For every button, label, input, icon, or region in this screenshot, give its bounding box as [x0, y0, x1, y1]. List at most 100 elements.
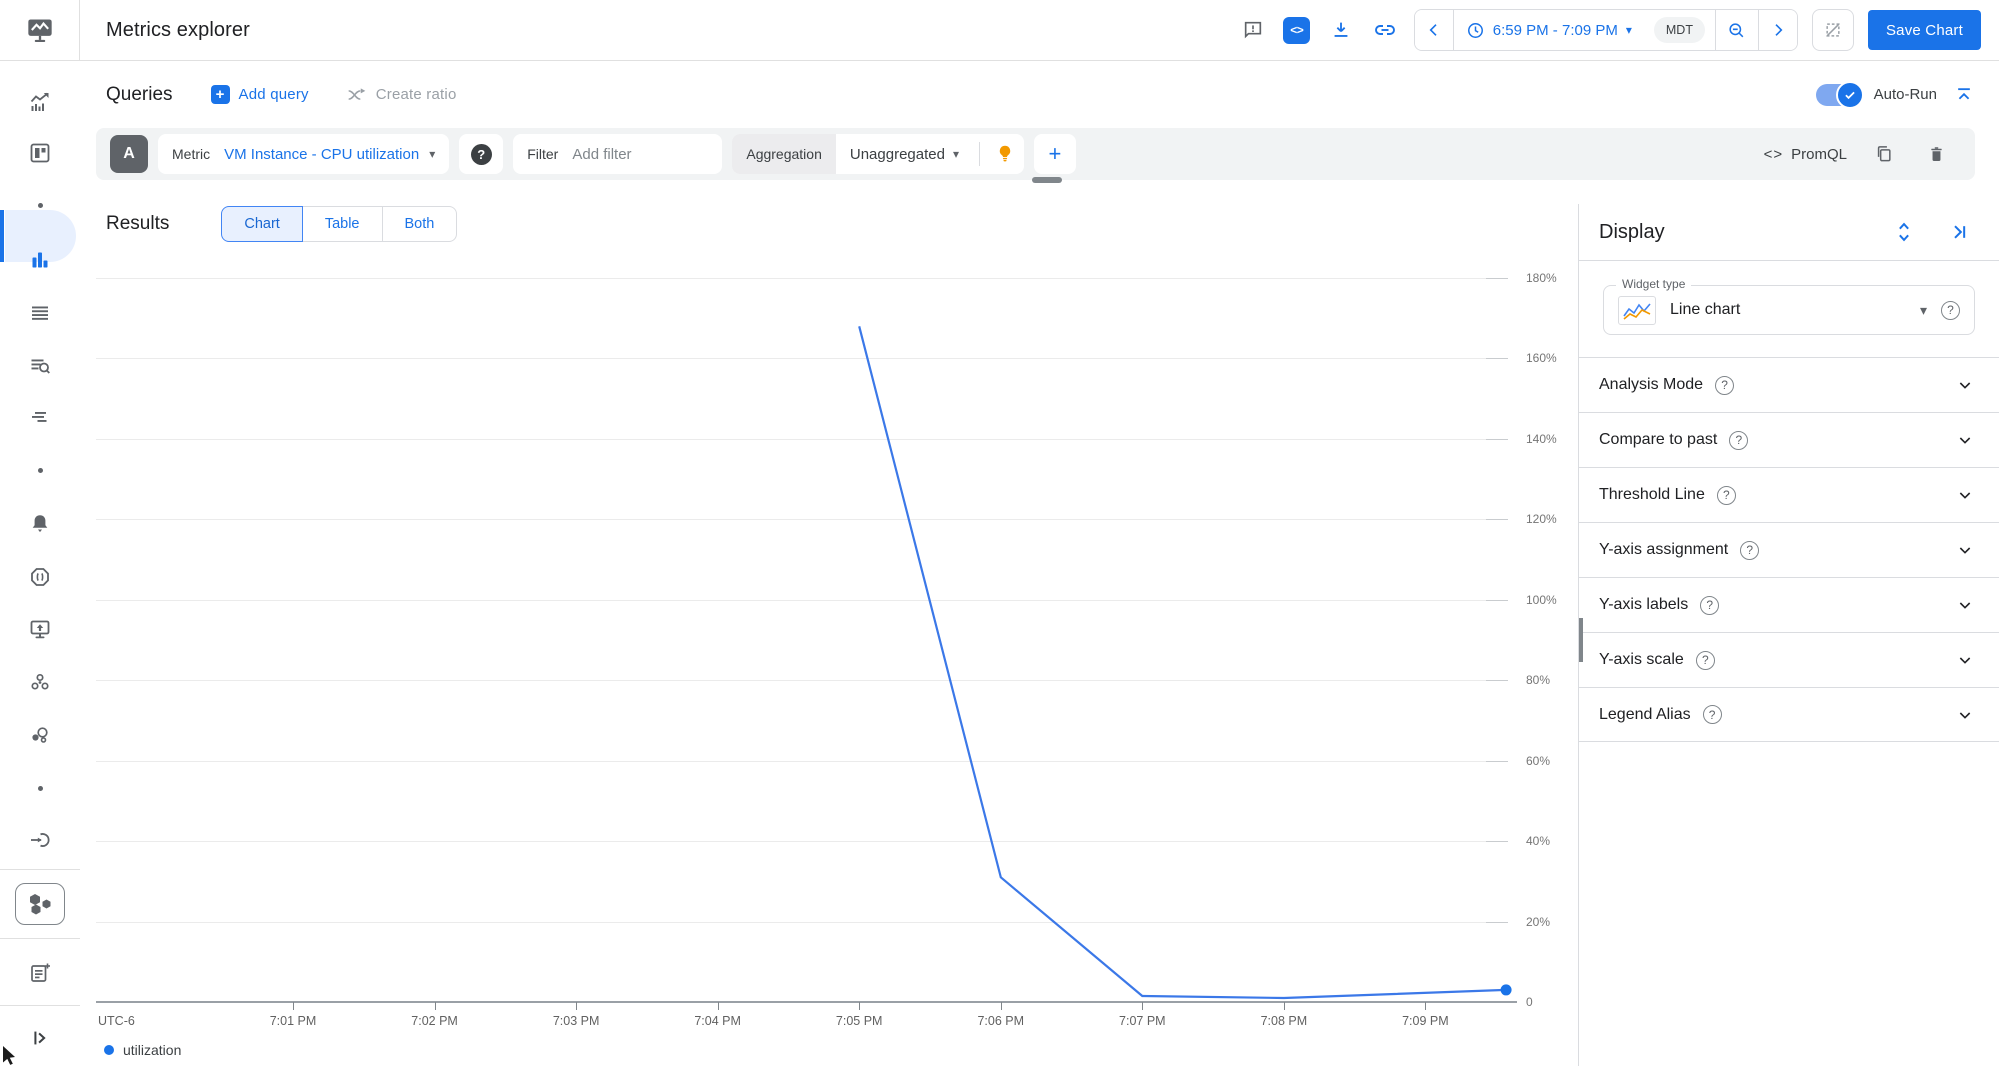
section-label: Legend Alias	[1599, 705, 1691, 723]
y-axis-label: 0	[1526, 995, 1533, 1009]
help-icon[interactable]: ?	[1729, 430, 1749, 450]
section-label: Y-axis assignment	[1599, 541, 1729, 558]
add-sub-query-button[interactable]: +	[1033, 134, 1076, 174]
expand-sections-button[interactable]	[1889, 217, 1919, 247]
queries-title: Queries	[106, 83, 173, 105]
time-forward-button[interactable]	[1758, 10, 1797, 50]
section-compare-to-past[interactable]: Compare to past ?	[1579, 412, 1999, 467]
help-icon[interactable]: ?	[1740, 540, 1760, 560]
zoom-out-button[interactable]	[1715, 10, 1758, 50]
help-icon[interactable]: ?	[1716, 485, 1736, 505]
sidebar-item-services[interactable]	[0, 711, 80, 759]
feedback-icon	[1244, 21, 1261, 39]
display-sections: Analysis Mode ? Compare to past ? Thresh…	[1579, 357, 1999, 742]
section-label: Y-axis labels	[1599, 596, 1689, 613]
sidebar-item-groups[interactable]	[0, 658, 80, 706]
uptime-check-icon	[30, 620, 50, 639]
create-ratio-button[interactable]: Create ratio	[347, 86, 457, 103]
code-toggle-icon: <>	[1283, 16, 1311, 44]
section-legend-alias[interactable]: Legend Alias ?	[1579, 687, 1999, 742]
suggestion-button[interactable]	[986, 134, 1024, 174]
widget-type-value: Line chart	[1670, 301, 1741, 318]
sidebar-item-uptime-checks[interactable]	[0, 605, 80, 653]
chevron-down-icon	[1959, 382, 1971, 389]
widget-type-select[interactable]: Widget type Line chart ▾ ?	[1603, 277, 1975, 335]
metric-field[interactable]: Metric VM Instance - CPU utilization ▾	[158, 134, 450, 174]
sidebar-item-kubernetes[interactable]	[0, 880, 80, 928]
section-y-axis-labels[interactable]: Y-axis labels ?	[1579, 577, 1999, 632]
help-icon[interactable]: ?	[1695, 650, 1715, 670]
tab-both[interactable]: Both	[381, 206, 458, 242]
sidebar-item-overview[interactable]	[0, 78, 80, 126]
sidebar-item-metrics-explorer[interactable]	[0, 210, 80, 284]
timezone-chip[interactable]: MDT	[1653, 17, 1705, 43]
sidebar-item-alerting[interactable]	[0, 500, 80, 548]
kubernetes-hexagons-icon	[30, 894, 51, 915]
chevron-down-icon	[1959, 602, 1971, 609]
tab-chart[interactable]: Chart	[221, 206, 303, 242]
sidebar-item-log-search[interactable]	[0, 342, 80, 390]
tab-table[interactable]: Table	[301, 206, 383, 242]
section-y-axis-scale[interactable]: Y-axis scale ?	[1579, 632, 1999, 687]
help-icon[interactable]: ?	[470, 143, 492, 165]
monitoring-logo-icon	[27, 19, 52, 43]
section-y-axis-assignment[interactable]: Y-axis assignment ?	[1579, 522, 1999, 577]
filter-label: Filter	[527, 146, 559, 162]
y-axis-label: 180%	[1526, 271, 1557, 285]
help-icon[interactable]: ?	[1700, 595, 1720, 615]
nav-dot	[37, 202, 43, 208]
legend-item[interactable]: utilization	[104, 1042, 181, 1058]
collapse-all-icon	[1958, 87, 1970, 99]
metric-help: ?	[459, 134, 504, 174]
feedback-button[interactable]	[1238, 15, 1268, 45]
sidebar-item-dashboards[interactable]	[0, 129, 80, 177]
help-icon[interactable]: ?	[1702, 705, 1722, 724]
time-range-picker[interactable]: 6:59 PM - 7:09 PM ▾	[1454, 21, 1644, 40]
auto-run-control: Auto-Run	[1815, 80, 1979, 110]
duplicate-query-button[interactable]	[1869, 139, 1899, 169]
sidebar-item-list[interactable]	[0, 289, 80, 337]
sidebar-item-integrations[interactable]	[0, 816, 80, 864]
page-title: Metrics explorer	[106, 18, 250, 41]
list-icon	[32, 306, 48, 320]
help-icon[interactable]: ?	[1715, 375, 1735, 395]
help-icon[interactable]: ?	[1941, 300, 1960, 320]
add-query-button[interactable]: + Add query	[210, 85, 309, 104]
sidebar-item-release-notes[interactable]	[0, 949, 80, 997]
code-toggle-button[interactable]: <>	[1282, 15, 1312, 45]
download-button[interactable]	[1326, 15, 1356, 45]
zoom-select-disabled-button[interactable]	[1811, 9, 1854, 51]
collapse-panel-button[interactable]	[1945, 217, 1975, 247]
caret-down-icon: ▾	[952, 147, 959, 161]
section-threshold-line[interactable]: Threshold Line ?	[1579, 467, 1999, 522]
collapse-queries-button[interactable]	[1949, 80, 1979, 110]
metrics-explorer-app: Metrics explorer <> 6:59 PM - 7:09 PM ▾ …	[0, 0, 1999, 1066]
results-header: Results Chart Table Both	[106, 206, 458, 242]
aggregation-value[interactable]: Unaggregated	[836, 146, 953, 163]
filter-input[interactable]	[572, 145, 723, 163]
sidebar-item-incidents[interactable]	[0, 553, 80, 601]
monitoring-logo[interactable]	[0, 0, 80, 61]
top-header: Metrics explorer <> 6:59 PM - 7:09 PM ▾ …	[80, 0, 1999, 61]
log-search-icon	[31, 359, 50, 374]
promql-button[interactable]: <> PromQL	[1764, 146, 1847, 163]
filter-field[interactable]: Filter	[513, 134, 723, 174]
resize-drag-handle[interactable]	[1032, 177, 1062, 183]
time-back-button[interactable]	[1414, 10, 1453, 50]
sidebar-item-trace[interactable]	[0, 394, 80, 442]
y-axis-label: 100%	[1526, 592, 1557, 607]
sidebar-divider	[0, 869, 80, 870]
metric-value[interactable]: VM Instance - CPU utilization	[224, 146, 429, 163]
delete-query-button[interactable]	[1921, 139, 1951, 169]
auto-run-toggle[interactable]	[1815, 80, 1864, 109]
alerting-bell-icon	[32, 515, 48, 533]
share-link-button[interactable]	[1370, 15, 1400, 45]
divider	[978, 142, 980, 166]
save-chart-button[interactable]: Save Chart	[1867, 10, 1981, 50]
section-analysis-mode[interactable]: Analysis Mode ?	[1579, 357, 1999, 412]
create-ratio-label: Create ratio	[375, 86, 457, 103]
aggregation-label: Aggregation	[732, 134, 836, 174]
scrollbar-indicator[interactable]	[1579, 618, 1583, 662]
aggregation-field[interactable]: Aggregation Unaggregated ▾	[732, 134, 1024, 174]
widget-type-label: Widget type	[1616, 277, 1692, 291]
